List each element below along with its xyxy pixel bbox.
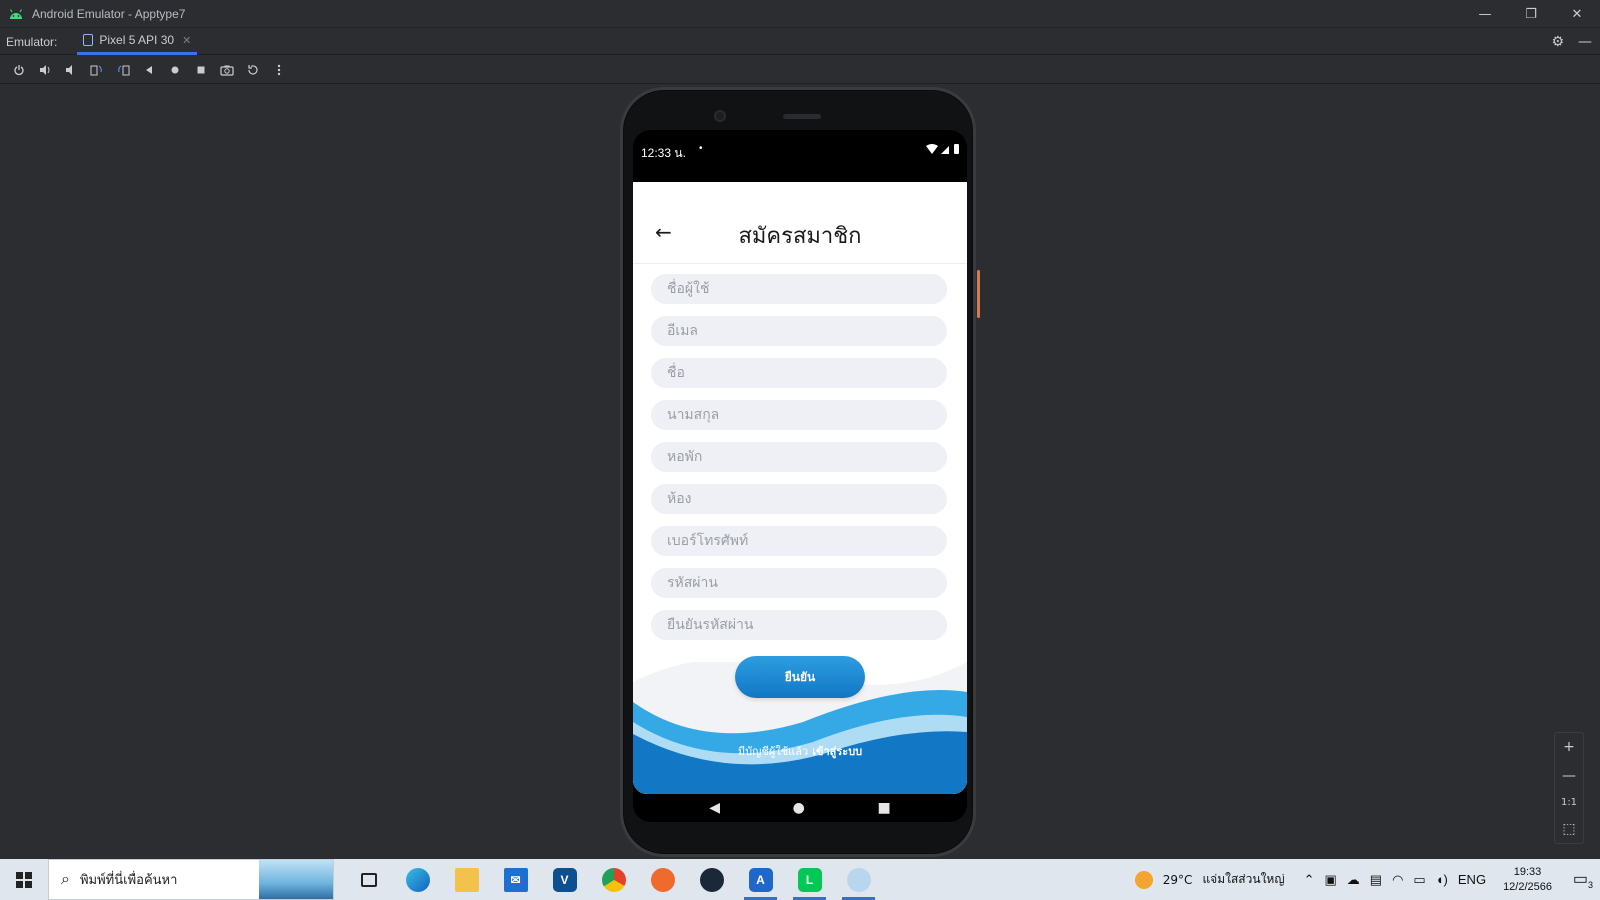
restore-button[interactable]: ❐ xyxy=(1508,0,1554,28)
tab-label: Pixel 5 API 30 xyxy=(99,33,175,47)
last-name-field[interactable]: นามสกุล xyxy=(651,400,947,430)
register-screen: ← สมัครสมาชิก ชื่อผู้ใช้ อีเมล ชื่อ นามส… xyxy=(633,182,967,794)
snapshot-icon[interactable] xyxy=(240,59,266,81)
close-window-button[interactable]: ✕ xyxy=(1554,0,1600,28)
system-icons xyxy=(925,143,961,158)
rotate-left-icon[interactable] xyxy=(84,59,110,81)
android-nav-bar: ◀ ● ■ xyxy=(633,794,967,822)
task-view-icon[interactable] xyxy=(344,859,393,900)
nav-overview-icon[interactable]: ■ xyxy=(877,800,890,816)
screenshot-icon[interactable] xyxy=(214,59,240,81)
notification-center-icon[interactable]: ▭3 xyxy=(1566,869,1600,890)
close-tab-icon[interactable]: ✕ xyxy=(182,34,191,47)
back-nav-icon[interactable] xyxy=(136,59,162,81)
hide-panel-icon[interactable]: — xyxy=(1578,34,1592,50)
power-side-button[interactable] xyxy=(977,270,980,318)
device-screen: 12:33 น. • ← สมัครสมาชิก ชื่อผู้ใช้ อีเม… xyxy=(633,130,967,822)
chevron-up-icon[interactable]: ⌃ xyxy=(1304,872,1315,888)
windows-logo-icon xyxy=(16,871,32,888)
settings-gear-icon[interactable]: ⚙ xyxy=(1551,34,1564,50)
battery-icon[interactable]: ▭ xyxy=(1413,872,1425,888)
earpiece-speaker xyxy=(783,114,821,119)
first-name-field[interactable]: ชื่อ xyxy=(651,358,947,388)
zoom-out-button[interactable]: — xyxy=(1562,768,1576,784)
paint-icon[interactable] xyxy=(834,859,883,900)
mail-icon[interactable]: ✉ xyxy=(491,859,540,900)
system-tray: 29°C แจ่มใสส่วนใหญ่ ⌃ ▣ ☁ ▤ ◠ ▭ ◖) ENG 1… xyxy=(1134,859,1600,900)
visual-studio-code-icon[interactable]: V xyxy=(540,859,589,900)
cloud-sync-icon[interactable]: ☁ xyxy=(1347,872,1360,888)
emulator-toolbar xyxy=(0,56,1600,84)
phone-number-field[interactable]: เบอร์โทรศัพท์ xyxy=(651,526,947,556)
file-explorer-icon[interactable] xyxy=(442,859,491,900)
chrome-icon[interactable] xyxy=(589,859,638,900)
browser-icon[interactable] xyxy=(638,859,687,900)
confirm-button[interactable]: ยืนยัน xyxy=(735,656,865,698)
email-field[interactable]: อีเมล xyxy=(651,316,947,346)
language-indicator[interactable]: ENG xyxy=(1458,872,1486,887)
more-options-icon[interactable] xyxy=(266,59,292,81)
login-link[interactable]: เข้าสู่ระบบ xyxy=(812,745,862,758)
weather-text: แจ่มใสส่วนใหญ่ xyxy=(1202,872,1285,886)
power-icon[interactable] xyxy=(6,59,32,81)
emulator-label: Emulator: xyxy=(6,34,58,49)
confirm-password-field[interactable]: ยืนยันรหัสผ่าน xyxy=(651,610,947,640)
search-highlight-image xyxy=(259,860,333,899)
weather-widget[interactable]: 29°C แจ่มใสส่วนใหญ่ xyxy=(1134,870,1285,889)
nav-home-icon[interactable]: ● xyxy=(793,800,805,816)
tab-pixel5[interactable]: Pixel 5 API 30 ✕ xyxy=(77,29,198,55)
home-nav-icon[interactable] xyxy=(162,59,188,81)
search-placeholder: พิมพ์ที่นี่เพื่อค้นหา xyxy=(79,873,178,888)
overview-nav-icon[interactable] xyxy=(188,59,214,81)
rotate-right-icon[interactable] xyxy=(110,59,136,81)
zoom-controls: + — 1:1 ⬚ xyxy=(1554,732,1584,844)
zoom-one-to-one-button[interactable]: 1:1 xyxy=(1561,797,1577,808)
weather-sun-icon xyxy=(1134,870,1153,889)
wifi-icon[interactable]: ◠ xyxy=(1392,872,1403,888)
volume-icon[interactable]: ◖) xyxy=(1436,872,1448,887)
clock-time: 19:33 xyxy=(1513,865,1542,878)
volume-down-icon[interactable] xyxy=(58,59,84,81)
steam-icon[interactable] xyxy=(687,859,736,900)
start-button[interactable] xyxy=(0,859,48,900)
page-title: สมัครสมาชิก xyxy=(738,224,862,249)
app-bar: ← สมัครสมาชิก xyxy=(633,182,967,264)
taskbar-search[interactable]: ⌕ พิมพ์ที่นี่เพื่อค้นหา xyxy=(48,859,334,900)
minimize-button[interactable]: — xyxy=(1462,0,1508,28)
window-title: Android Emulator - Apptype7 xyxy=(32,6,186,21)
room-field[interactable]: ห้อง xyxy=(651,484,947,514)
weather-temp: 29°C xyxy=(1162,872,1193,887)
front-camera-icon xyxy=(714,110,726,122)
line-icon[interactable]: L xyxy=(785,859,834,900)
taskbar-clock[interactable]: 19:33 12/2/2566 xyxy=(1503,865,1552,895)
android-icon xyxy=(8,6,24,22)
volume-up-icon[interactable] xyxy=(32,59,58,81)
login-prompt: มีบัญชีผู้ใช้แล้ว เข้าสู่ระบบ xyxy=(633,742,967,760)
clock-date: 12/2/2566 xyxy=(1503,880,1552,893)
password-field[interactable]: รหัสผ่าน xyxy=(651,568,947,598)
device-icon xyxy=(83,34,94,46)
zoom-in-button[interactable]: + xyxy=(1563,739,1575,755)
dormitory-field[interactable]: หอพัก xyxy=(651,442,947,472)
login-prompt-text: มีบัญชีผู้ใช้แล้ว xyxy=(737,745,809,758)
status-time: 12:33 น. xyxy=(641,146,686,160)
window-title-bar: Android Emulator - Apptype7 — ❐ ✕ xyxy=(0,0,1600,28)
notification-dot-icon: • xyxy=(699,143,703,154)
android-status-bar: 12:33 น. • xyxy=(633,130,967,182)
meet-now-icon[interactable]: ▣ xyxy=(1324,872,1336,888)
emulator-tab-bar: Emulator: Pixel 5 API 30 ✕ ⚙ — xyxy=(0,29,1600,55)
windows-taskbar: ⌕ พิมพ์ที่นี่เพื่อค้นหา ✉ V A L 29°C แจ่… xyxy=(0,859,1600,900)
username-field[interactable]: ชื่อผู้ใช้ xyxy=(651,274,947,304)
notification-count: 3 xyxy=(1588,880,1594,891)
android-studio-icon[interactable]: A xyxy=(736,859,785,900)
phone-frame: 12:33 น. • ← สมัครสมาชิก ชื่อผู้ใช้ อีเม… xyxy=(620,87,980,857)
edge-icon[interactable] xyxy=(393,859,442,900)
search-icon: ⌕ xyxy=(61,870,70,888)
display-icon[interactable]: ▤ xyxy=(1370,872,1382,888)
nav-back-icon[interactable]: ◀ xyxy=(709,800,720,816)
zoom-fit-button[interactable]: ⬚ xyxy=(1562,821,1575,837)
